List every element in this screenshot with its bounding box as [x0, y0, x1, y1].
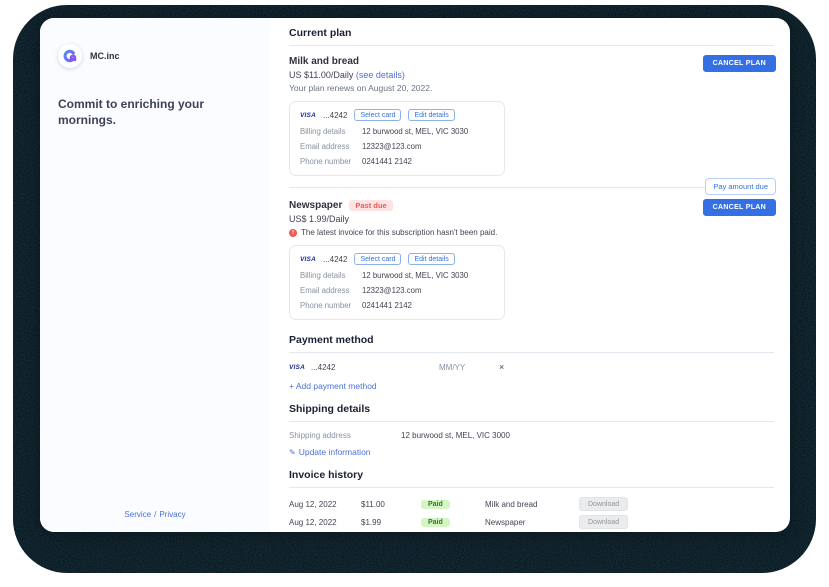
- section-rule: [289, 421, 774, 422]
- shipping-address-label: Shipping address: [289, 431, 401, 440]
- phone-number-label: Phone number: [300, 301, 362, 310]
- billing-details-label: Billing details: [300, 127, 362, 136]
- email-address-value: 12323@123.com: [362, 142, 494, 151]
- select-card-button[interactable]: Select card: [354, 109, 401, 121]
- download-button[interactable]: Download: [579, 497, 628, 511]
- warning-icon: !: [289, 229, 297, 237]
- plan-card-box: VISA ...4242 Select card Edit details Bi…: [289, 101, 505, 176]
- plan-price: US $11.00/Daily (see details): [289, 70, 774, 80]
- phone-number-value: 0241441 2142: [362, 157, 494, 166]
- plan-name: Milk and bread: [289, 56, 359, 67]
- plan-milk-and-bread: Milk and bread US $11.00/Daily (see deta…: [289, 56, 774, 176]
- invoice-date: Aug 12, 2022: [289, 500, 361, 509]
- plan-card-box: VISA ...4242 Select card Edit details Bi…: [289, 245, 505, 320]
- invoice-plan: Milk and bread: [485, 500, 579, 509]
- phone-number-label: Phone number: [300, 157, 362, 166]
- add-payment-method-link[interactable]: + Add payment method: [289, 381, 377, 391]
- invoice-row: Aug 11, 2022 $11.00 Paid Milk and bread …: [289, 531, 774, 532]
- section-rule: [289, 352, 774, 353]
- brand-name: MC.inc: [90, 51, 120, 61]
- screenshot-stage: MC.inc Commit to enriching your mornings…: [0, 0, 829, 587]
- shipping-address-value: 12 burwood st, MEL, VIC 3000: [401, 431, 774, 440]
- invoice-table: Aug 12, 2022 $11.00 Paid Milk and bread …: [289, 495, 774, 532]
- card-number: ...4242: [311, 363, 335, 372]
- card-number: ...4242: [323, 111, 347, 120]
- billing-details-value: 12 burwood st, MEL, VIC 3030: [362, 271, 494, 280]
- current-plan-title: Current plan: [289, 27, 774, 39]
- update-information-link[interactable]: ✎ Update information: [289, 447, 371, 457]
- invoice-row: Aug 12, 2022 $1.99 Paid Newspaper Downlo…: [289, 513, 774, 531]
- invoice-amount: $1.99: [361, 518, 421, 527]
- saved-card-row: VISA ...4242 MM/YY ×: [289, 363, 774, 372]
- see-details-link[interactable]: (see details): [356, 70, 405, 80]
- download-button[interactable]: Download: [579, 515, 628, 529]
- plan-renewal: Your plan renews on August 20, 2022.: [289, 83, 774, 93]
- pencil-icon: ✎: [289, 448, 296, 457]
- edit-details-button[interactable]: Edit details: [408, 253, 454, 265]
- billing-portal-card: MC.inc Commit to enriching your mornings…: [40, 18, 790, 532]
- shipping-details-title: Shipping details: [289, 403, 774, 415]
- tagline: Commit to enriching your mornings.: [58, 96, 250, 128]
- cloud-monogram-icon: [62, 48, 78, 64]
- cancel-plan-button[interactable]: CANCEL PLAN: [703, 55, 776, 72]
- email-address-label: Email address: [300, 142, 362, 151]
- plan-name: Newspaper: [289, 200, 342, 211]
- billing-details-value: 12 burwood st, MEL, VIC 3030: [362, 127, 494, 136]
- section-rule: [289, 45, 774, 46]
- card-number: ...4242: [323, 255, 347, 264]
- cancel-plan-button[interactable]: CANCEL PLAN: [703, 199, 776, 216]
- footer-separator: /: [154, 510, 156, 519]
- invoice-date: Aug 12, 2022: [289, 518, 361, 527]
- invoice-row: Aug 12, 2022 $11.00 Paid Milk and bread …: [289, 495, 774, 513]
- plan-divider: [289, 187, 774, 188]
- main-content: Current plan Milk and bread US $11.00/Da…: [270, 18, 790, 532]
- past-due-badge: Past due: [349, 200, 392, 211]
- brand-row: MC.inc: [58, 44, 250, 68]
- invoice-history-title: Invoice history: [289, 469, 774, 481]
- paid-badge: Paid: [421, 500, 450, 509]
- plan-newspaper: Newspaper Past due US$ 1.99/Daily ! The …: [289, 200, 774, 320]
- remove-card-icon[interactable]: ×: [499, 363, 513, 372]
- paid-badge: Paid: [421, 518, 450, 527]
- visa-icon: VISA: [289, 364, 305, 371]
- billing-details-label: Billing details: [300, 271, 362, 280]
- card-expiry: MM/YY: [439, 363, 499, 372]
- payment-method-title: Payment method: [289, 334, 774, 346]
- shipping-address-row: Shipping address 12 burwood st, MEL, VIC…: [289, 431, 774, 440]
- unpaid-warning: ! The latest invoice for this subscripti…: [289, 228, 774, 237]
- invoice-amount: $11.00: [361, 500, 421, 509]
- email-address-label: Email address: [300, 286, 362, 295]
- service-link[interactable]: Service: [124, 510, 151, 519]
- privacy-link[interactable]: Privacy: [159, 510, 185, 519]
- invoice-plan: Newspaper: [485, 518, 579, 527]
- email-address-value: 12323@123.com: [362, 286, 494, 295]
- section-rule: [289, 487, 774, 488]
- plan-price: US$ 1.99/Daily: [289, 214, 774, 224]
- pay-amount-due-button[interactable]: Pay amount due: [705, 178, 776, 195]
- company-logo-icon: [58, 44, 82, 68]
- visa-icon: VISA: [300, 112, 316, 119]
- sidebar-footer: Service/Privacy: [40, 510, 270, 519]
- select-card-button[interactable]: Select card: [354, 253, 401, 265]
- edit-details-button[interactable]: Edit details: [408, 109, 454, 121]
- warning-text: The latest invoice for this subscription…: [301, 228, 497, 237]
- phone-number-value: 0241441 2142: [362, 301, 494, 310]
- sidebar: MC.inc Commit to enriching your mornings…: [40, 18, 270, 532]
- visa-icon: VISA: [300, 256, 316, 263]
